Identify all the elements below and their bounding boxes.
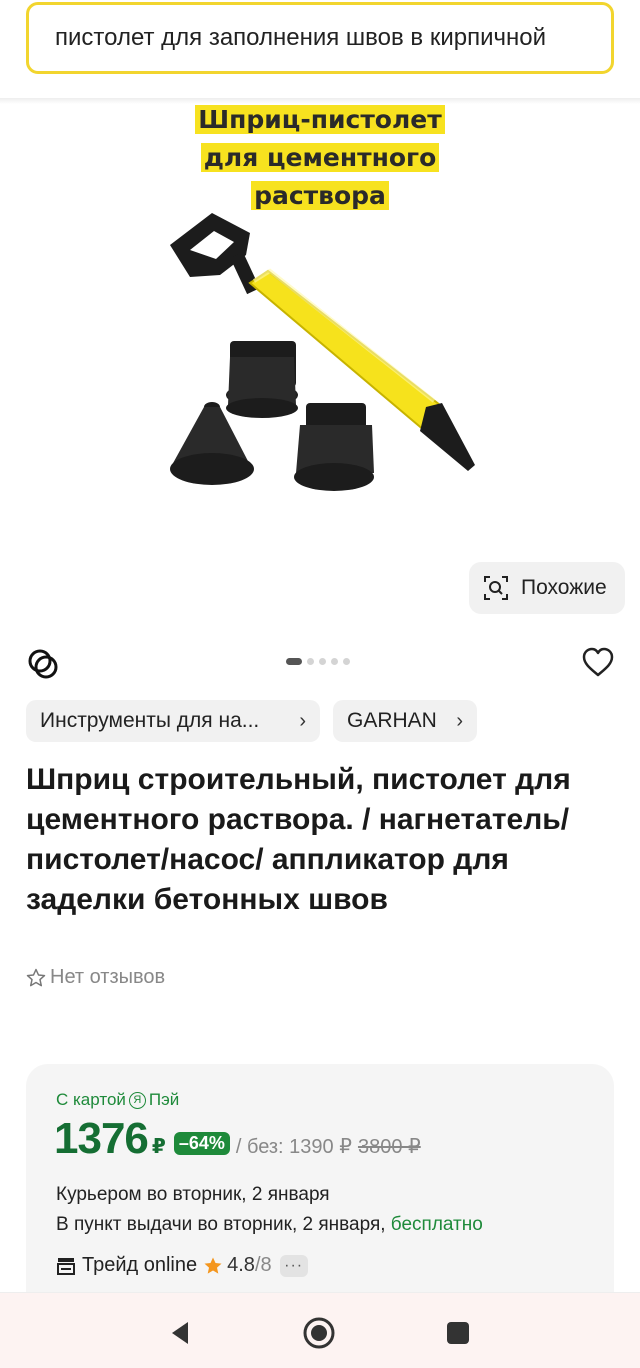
similar-button-label: Похожие <box>521 576 607 599</box>
product-image[interactable]: Шприц-пистолет для цементного раствора <box>150 105 490 505</box>
old-price: 3800 ₽ <box>357 1136 421 1158</box>
card-label-suffix: Пэй <box>148 1090 180 1109</box>
back-triangle-icon <box>172 1322 188 1344</box>
product-title: Шприц строительный, пистолет для цементн… <box>26 763 571 916</box>
chevron-right-icon: › <box>456 709 463 732</box>
reviews-text: Нет отзывов <box>50 966 166 988</box>
price-value: 1376 <box>54 1114 149 1163</box>
seller-rating-count: /8 <box>254 1254 272 1276</box>
mortar-gun-illustration <box>170 213 475 491</box>
chevron-right-icon: › <box>299 709 306 732</box>
more-options-button[interactable]: ··· <box>279 1254 308 1277</box>
image-search-icon <box>484 576 508 600</box>
system-navigation-bar <box>0 1292 640 1368</box>
delivery-free-label: бесплатно <box>390 1214 483 1235</box>
category-chip[interactable]: Инструменты для на... › <box>26 700 320 742</box>
store-icon <box>57 1257 75 1275</box>
category-chip-label: Инструменты для на... <box>40 709 260 732</box>
delivery-pickup-text: В пункт выдачи во вторник, 2 января, <box>56 1214 386 1235</box>
star-outline-icon <box>26 968 46 986</box>
discount-badge: –64% <box>173 1132 230 1155</box>
back-button[interactable] <box>160 1313 200 1353</box>
seller-row[interactable]: Трейд online 4.8 /8 ··· <box>56 1254 308 1277</box>
carousel-dot <box>319 658 326 665</box>
price-row: 1376 ₽ –64% / без: 1390 ₽ 3800 ₽ <box>54 1114 421 1164</box>
delivery-pickup: В пункт выдачи во вторник, 2 января, бес… <box>56 1214 483 1236</box>
brand-chip[interactable]: GARHAN › <box>333 700 477 742</box>
brand-chip-label: GARHAN <box>347 709 437 732</box>
similar-button[interactable]: Похожие <box>469 562 625 614</box>
recents-button[interactable] <box>438 1313 478 1353</box>
reviews-link[interactable]: Нет отзывов <box>26 966 165 989</box>
search-input[interactable]: пистолет для заполнения швов в кирпичной <box>26 2 614 74</box>
carousel-dot <box>343 658 350 665</box>
ya-pay-icon: Я <box>128 1091 146 1109</box>
price-without-card: / без: 1390 ₽ <box>235 1136 352 1158</box>
carousel-dot <box>307 658 314 665</box>
search-query-text: пистолет для заполнения швов в кирпичной <box>55 24 547 51</box>
star-filled-icon <box>204 1257 222 1274</box>
carousel-dot <box>331 658 338 665</box>
seller-name: Трейд online <box>82 1254 198 1276</box>
delivery-courier: Курьером во вторник, 2 января <box>56 1184 330 1205</box>
favorite-heart-icon[interactable] <box>581 646 615 680</box>
header-divider <box>0 98 640 104</box>
recents-square-icon <box>447 1322 469 1344</box>
home-button[interactable] <box>299 1313 339 1353</box>
card-label-prefix: С картой <box>56 1090 126 1109</box>
home-circle-icon <box>303 1317 335 1349</box>
offer-card[interactable]: С картой Я Пэй 1376 ₽ –64% / без: 1390 ₽… <box>26 1064 614 1324</box>
card-price-label: С картой Я Пэй <box>56 1090 179 1110</box>
carousel-dot-active <box>286 658 302 665</box>
seller-rating: 4.8 <box>227 1254 255 1276</box>
brand-logo-icon <box>28 649 58 679</box>
carousel-indicator <box>286 658 350 665</box>
price-currency: ₽ <box>151 1136 166 1158</box>
